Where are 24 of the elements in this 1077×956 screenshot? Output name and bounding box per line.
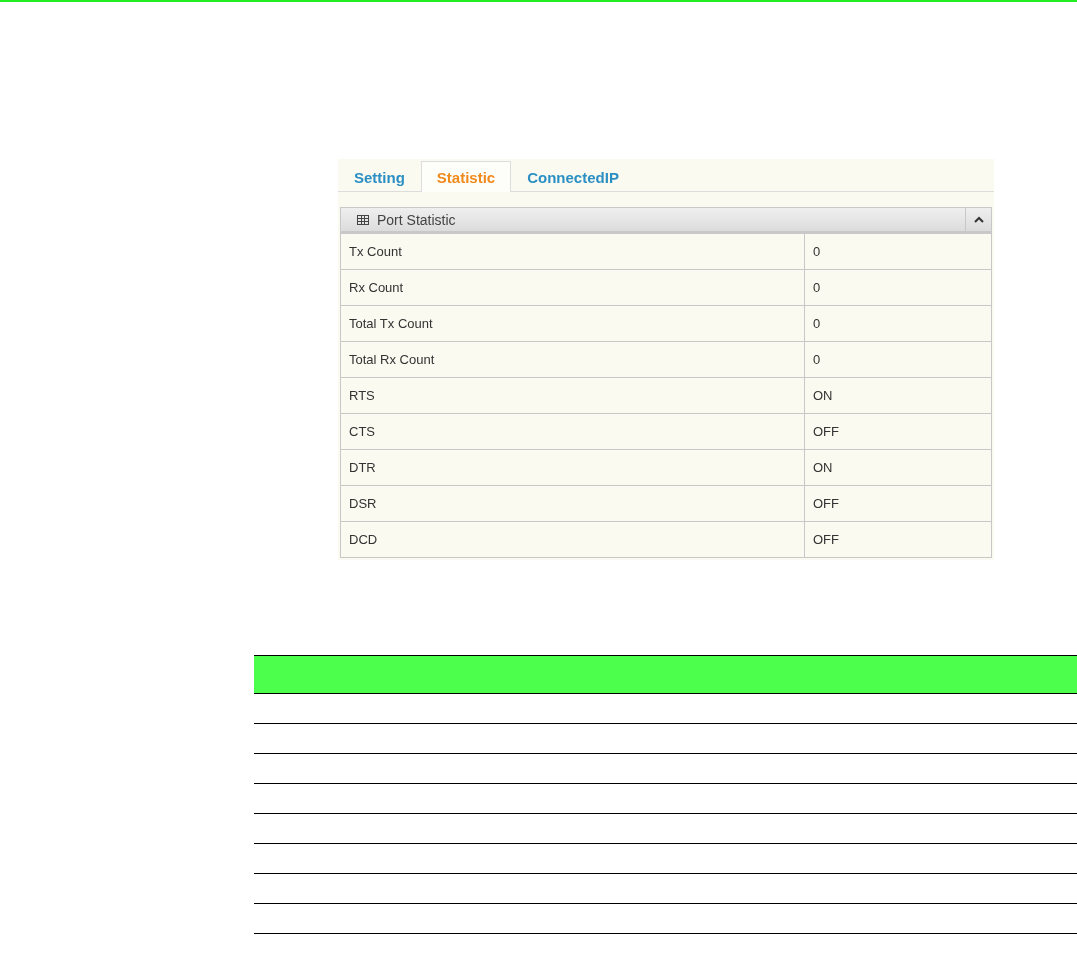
table-cell-text: DSR [348,495,378,513]
table-icon [357,214,369,225]
caret-icon [973,216,984,223]
table-cell-text: Total Tx Count [348,315,434,333]
table-cell: 0 [804,342,991,377]
table-cell: 0 [804,234,991,269]
table-cell-text: Tx Count [348,243,403,261]
table-cell: OFF [804,414,991,449]
table-cell: 0 [804,270,991,305]
table-cell-text: Rx Count [348,279,405,297]
table-cell: OFF [804,522,991,557]
table-cell: OFF [804,486,991,521]
table-cell-text: DCD [348,531,379,549]
tab[interactable]: ConnectedIP [511,161,635,192]
table-cell-text: CTS [348,423,376,441]
table-cell: ON [804,378,991,413]
table-cell-text: RTS [348,387,376,405]
table-cell: ON [804,450,991,485]
tab[interactable]: Setting [338,161,421,192]
table-cell: 0 [804,306,991,341]
panel-title: Port Statistic [377,211,457,228]
tab[interactable]: Statistic [420,161,512,192]
table-cell-text: Total Rx Count [348,351,436,369]
table-cell-text: DTR [348,459,377,477]
